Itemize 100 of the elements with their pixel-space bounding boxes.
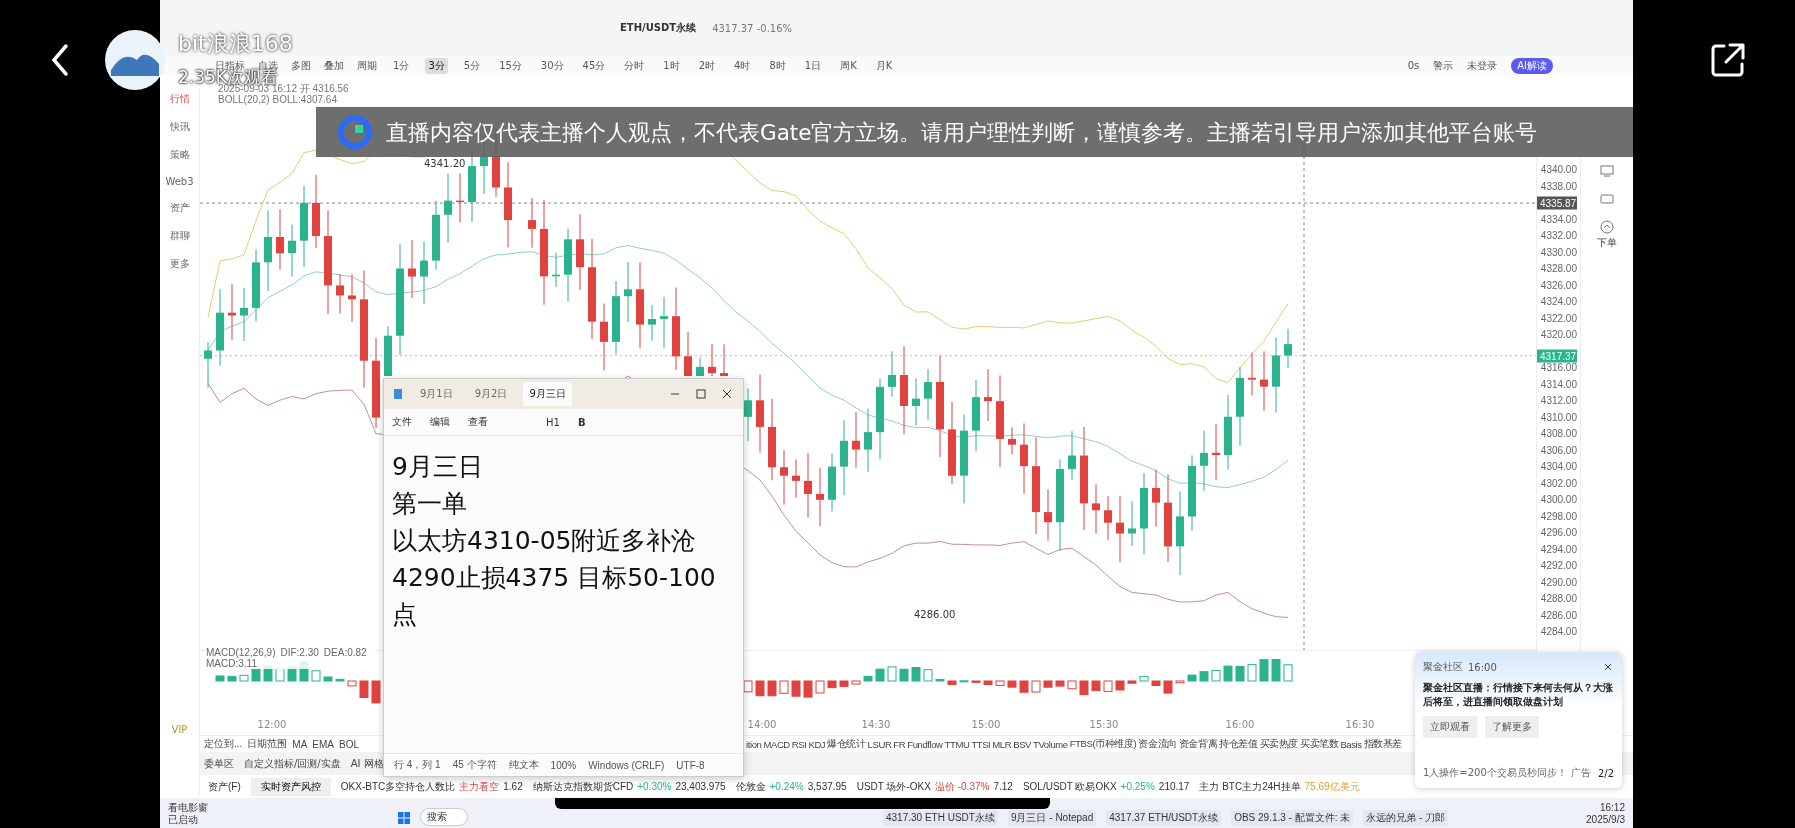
note-line: 点 — [392, 599, 418, 631]
nav-item[interactable]: 更多 — [169, 257, 190, 271]
maximize-icon[interactable] — [695, 388, 707, 400]
indicator-tab[interactable]: BSV — [1013, 738, 1032, 750]
page-indicator[interactable]: 2/2 — [1597, 767, 1614, 779]
risk-button[interactable]: 实时资产风控 — [250, 777, 331, 796]
toolbar-item[interactable]: 未登录 — [1467, 58, 1498, 73]
menu-item[interactable]: 编辑 — [430, 415, 450, 429]
indicator-tab[interactable]: LSUR — [867, 738, 892, 750]
ticker-symbol[interactable]: ETH/USDT永续 — [620, 21, 697, 35]
avatar[interactable] — [105, 30, 165, 90]
period-tab[interactable]: 3分 — [425, 57, 448, 74]
nav-item[interactable]: 快讯 — [169, 120, 190, 134]
price-mark: 4341.20 — [422, 158, 468, 169]
indicator-tab[interactable]: 资金背离 — [1178, 737, 1218, 751]
indicator-tab[interactable]: 买卖笔数 — [1299, 737, 1339, 751]
indicator-tab[interactable]: BOL — [339, 738, 360, 750]
candlestick — [288, 224, 296, 278]
period-tab[interactable]: 1时 — [660, 57, 683, 74]
indicator-tab[interactable]: RSI — [791, 738, 807, 750]
back-icon[interactable] — [50, 42, 70, 78]
taskbar-app[interactable]: OBS 29.1.3 - 配置文件: 未 — [1231, 810, 1354, 826]
close-icon[interactable] — [1602, 661, 1614, 673]
toolbar-item[interactable]: 0s — [1407, 60, 1420, 71]
period-tab[interactable]: 45分 — [579, 57, 609, 74]
indicator-tab[interactable]: 资金流向 — [1138, 737, 1177, 751]
panel-tab[interactable]: 自定义指标/回测/实盘 — [244, 756, 341, 771]
indicator-tab[interactable]: 持仓差值 — [1219, 737, 1258, 751]
popup-button[interactable]: 立即观看 — [1423, 716, 1477, 738]
indicator-tab[interactable]: TVolume — [1033, 738, 1068, 750]
order-icon[interactable] — [1600, 220, 1614, 234]
nav-item[interactable]: Web3 — [165, 176, 194, 187]
indicator-tab[interactable]: MA — [292, 738, 308, 750]
period-tab[interactable]: 30分 — [537, 57, 567, 74]
indicator-tab[interactable]: MLR — [992, 738, 1012, 750]
toolbar-item[interactable]: 警示 — [1433, 58, 1454, 73]
period-tab[interactable]: 1日 — [801, 57, 825, 74]
period-tab[interactable]: 2时 — [695, 57, 719, 74]
nav-item[interactable]: 策略 — [169, 148, 190, 162]
period-tab[interactable]: 15分 — [496, 57, 525, 74]
taskbar-app[interactable]: 4317.37 ETH/USDT永续 — [1106, 810, 1222, 826]
document-tab[interactable]: 9月三日 — [523, 382, 572, 406]
indicator-tab[interactable]: FTBS(币种维度) — [1069, 737, 1137, 751]
taskbar-app[interactable]: 4317.30 ETH USDT永续 — [883, 810, 998, 826]
indicator-tab[interactable]: 买卖热度 — [1259, 737, 1298, 751]
menu-item[interactable]: 查看 — [468, 415, 488, 429]
indicator-tab[interactable]: TTSI — [971, 738, 991, 750]
taskbar-app[interactable]: 9月三日 - Notepad — [1007, 810, 1097, 826]
windows-icon[interactable] — [398, 812, 410, 824]
status-item: 45 个字符 — [452, 758, 497, 772]
indicator-tab[interactable]: ition — [746, 738, 762, 750]
nav-item[interactable]: 资产 — [169, 201, 190, 215]
indicator-tab[interactable]: KDJ — [808, 738, 826, 750]
document-tab[interactable]: 9月1日 — [414, 382, 459, 406]
market-change: +0.24% — [769, 781, 804, 792]
indicator-tab[interactable]: FR — [893, 738, 906, 750]
period-label[interactable]: 周期 — [357, 58, 377, 73]
price-label: 4332.00 — [1540, 229, 1577, 241]
period-tab[interactable]: 周K — [837, 57, 860, 74]
period-tab[interactable]: 1分 — [390, 57, 413, 74]
nav-item[interactable]: 行情 — [169, 92, 190, 106]
indicator-tab[interactable]: 爆仓统计 — [827, 737, 866, 751]
heading-dropdown[interactable]: H1 — [546, 416, 560, 428]
price-label: 4304.00 — [1540, 460, 1577, 472]
indicator-tab[interactable]: TTMU — [944, 738, 970, 750]
document-tab[interactable]: 9月2日 — [468, 382, 514, 406]
bold-button[interactable]: B — [577, 416, 586, 428]
period-tab[interactable]: 4时 — [731, 57, 754, 74]
toolbar-item[interactable]: 日期范围 — [247, 737, 288, 751]
order-tab[interactable]: 下单 — [1597, 236, 1617, 250]
status-item: 纯文本 — [508, 758, 539, 772]
search-field[interactable]: 搜索 — [420, 808, 468, 826]
close-icon[interactable] — [721, 388, 733, 400]
price-tag: 4335.87 — [1537, 196, 1577, 210]
panel-tab[interactable]: AI 网格 — [350, 756, 384, 771]
period-tab[interactable]: 分时 — [621, 57, 648, 74]
taskbar-app[interactable]: 永远的兄弟 - 刀郎 — [1363, 810, 1449, 826]
toolbar-item[interactable]: 多图 — [291, 58, 311, 73]
candlestick — [984, 368, 992, 422]
toolbar-item[interactable]: 定位到... — [204, 737, 243, 751]
widget-title[interactable]: 看电影窗 — [168, 802, 208, 814]
macd-bar — [215, 675, 225, 682]
market-name: OKX-BTC多空持仓人数比 — [340, 779, 456, 794]
candlestick — [708, 343, 716, 377]
nav-item[interactable]: 群聊 — [169, 229, 190, 243]
indicator-tab[interactable]: Fundflow — [907, 738, 943, 750]
indicator-tab[interactable]: 指数基差 — [1363, 737, 1402, 751]
clock-date: 2025/9/3 — [1586, 814, 1625, 826]
period-tab[interactable]: 月K — [872, 57, 896, 74]
indicator-tab[interactable]: EMA — [312, 738, 334, 750]
ai-button[interactable]: AI解读 — [1511, 57, 1553, 74]
toolbar-item[interactable]: 叠加 — [324, 58, 344, 73]
popup-button[interactable]: 了解更多 — [1485, 716, 1539, 738]
note-line: 以太坊4310-05附近多补沧 — [392, 525, 698, 557]
panel-tab[interactable]: 委单区 — [204, 756, 234, 771]
period-tab[interactable]: 5分 — [460, 57, 484, 74]
indicator-tab[interactable]: Basis — [1340, 738, 1362, 750]
indicator-tab[interactable]: MACD — [763, 738, 790, 750]
period-tab[interactable]: 8时 — [766, 57, 789, 74]
menu-item[interactable]: 文件 — [392, 415, 412, 429]
